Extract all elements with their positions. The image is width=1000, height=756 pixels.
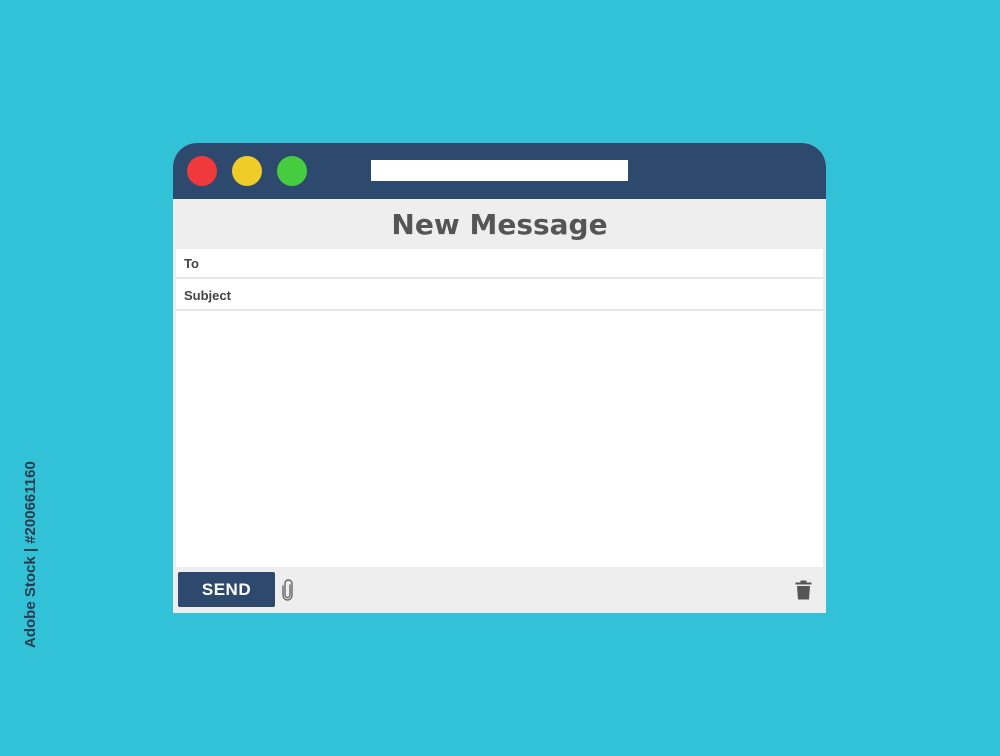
compose-footer: SEND [173, 567, 826, 613]
subject-label: Subject [184, 287, 231, 303]
stock-id-label: Adobe Stock | #200661160 [22, 461, 39, 648]
page-title: New Message [391, 207, 608, 241]
to-field[interactable]: To [176, 249, 823, 279]
to-label: To [184, 255, 199, 271]
maximize-window-button[interactable] [277, 156, 307, 186]
right-border [823, 249, 826, 567]
minimize-window-button[interactable] [232, 156, 262, 186]
paperclip-icon[interactable] [281, 579, 295, 601]
message-body-input[interactable] [176, 313, 823, 567]
close-window-button[interactable] [187, 156, 217, 186]
compose-window: New Message To Subject SEND [173, 143, 826, 613]
title-bar [173, 143, 826, 199]
send-button[interactable]: SEND [178, 572, 275, 607]
trash-icon[interactable] [795, 580, 812, 600]
compose-header: New Message [173, 199, 826, 249]
address-bar[interactable] [371, 160, 628, 181]
subject-field[interactable]: Subject [176, 281, 823, 311]
